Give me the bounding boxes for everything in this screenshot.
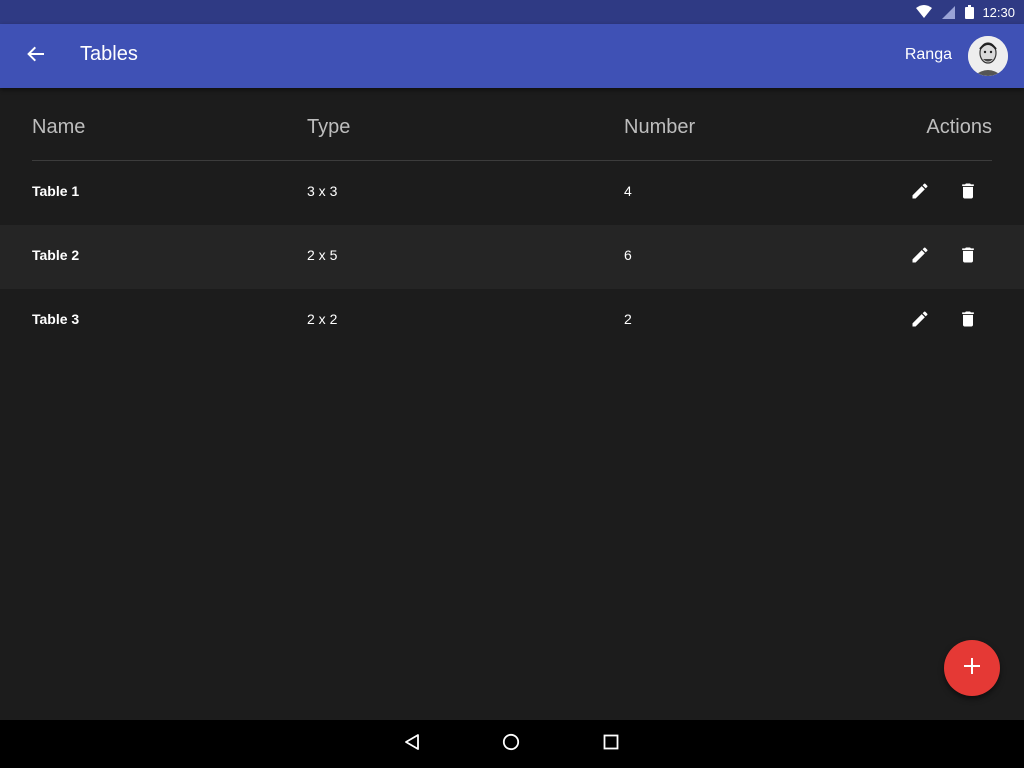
- column-header-number[interactable]: Number: [624, 116, 695, 139]
- cell-name: Table 2: [32, 247, 80, 263]
- status-bar: 12:30: [0, 0, 1024, 24]
- edit-icon: [910, 309, 930, 334]
- delete-icon: [958, 245, 978, 270]
- app-bar: Tables Ranga: [0, 24, 1024, 88]
- cell-type: 2 x 2: [307, 311, 338, 327]
- table-row[interactable]: Table 1 3 x 3 4: [0, 161, 1024, 225]
- column-header-name[interactable]: Name: [32, 116, 85, 139]
- nav-recents-icon: [603, 734, 619, 755]
- table-row[interactable]: Table 3 2 x 2 2: [0, 289, 1024, 353]
- delete-icon: [958, 181, 978, 206]
- cell-number: 6: [624, 247, 632, 263]
- add-table-button[interactable]: [944, 640, 1000, 696]
- delete-button[interactable]: [954, 307, 982, 335]
- plus-icon: [964, 657, 980, 679]
- cell-name: Table 3: [32, 311, 80, 327]
- edit-icon: [910, 245, 930, 270]
- nav-home-icon: [502, 733, 520, 756]
- tables-table: Name Type Number Actions Table 1 3 x 3 4…: [0, 88, 1024, 353]
- delete-icon: [958, 309, 978, 334]
- table-header: Name Type Number Actions: [32, 88, 992, 161]
- nav-back-button[interactable]: [398, 730, 426, 758]
- status-time: 12:30: [982, 4, 1015, 20]
- avatar[interactable]: [968, 36, 1008, 76]
- cell-type: 2 x 5: [307, 247, 338, 263]
- user-name[interactable]: Ranga: [905, 46, 952, 64]
- cell-number: 4: [624, 183, 632, 199]
- delete-button[interactable]: [954, 243, 982, 271]
- cell-number: 2: [624, 311, 632, 327]
- back-button[interactable]: [20, 40, 52, 72]
- edit-button[interactable]: [906, 179, 934, 207]
- edit-button[interactable]: [906, 243, 934, 271]
- nav-home-button[interactable]: [497, 730, 525, 758]
- cell-type: 3 x 3: [307, 183, 338, 199]
- nav-back-icon: [404, 733, 420, 755]
- arrow-back-icon: [27, 45, 45, 68]
- table-row[interactable]: Table 2 2 x 5 6: [0, 225, 1024, 289]
- edit-button[interactable]: [906, 307, 934, 335]
- column-header-actions: Actions: [926, 116, 992, 138]
- cell-signal-icon: [942, 5, 956, 19]
- delete-button[interactable]: [954, 179, 982, 207]
- cell-name: Table 1: [32, 183, 80, 199]
- wifi-icon: [916, 5, 933, 19]
- nav-recents-button[interactable]: [597, 730, 625, 758]
- battery-icon: [965, 5, 975, 19]
- edit-icon: [910, 181, 930, 206]
- page-title: Tables: [80, 43, 138, 65]
- column-header-type[interactable]: Type: [307, 116, 350, 139]
- system-nav-bar: [0, 720, 1024, 768]
